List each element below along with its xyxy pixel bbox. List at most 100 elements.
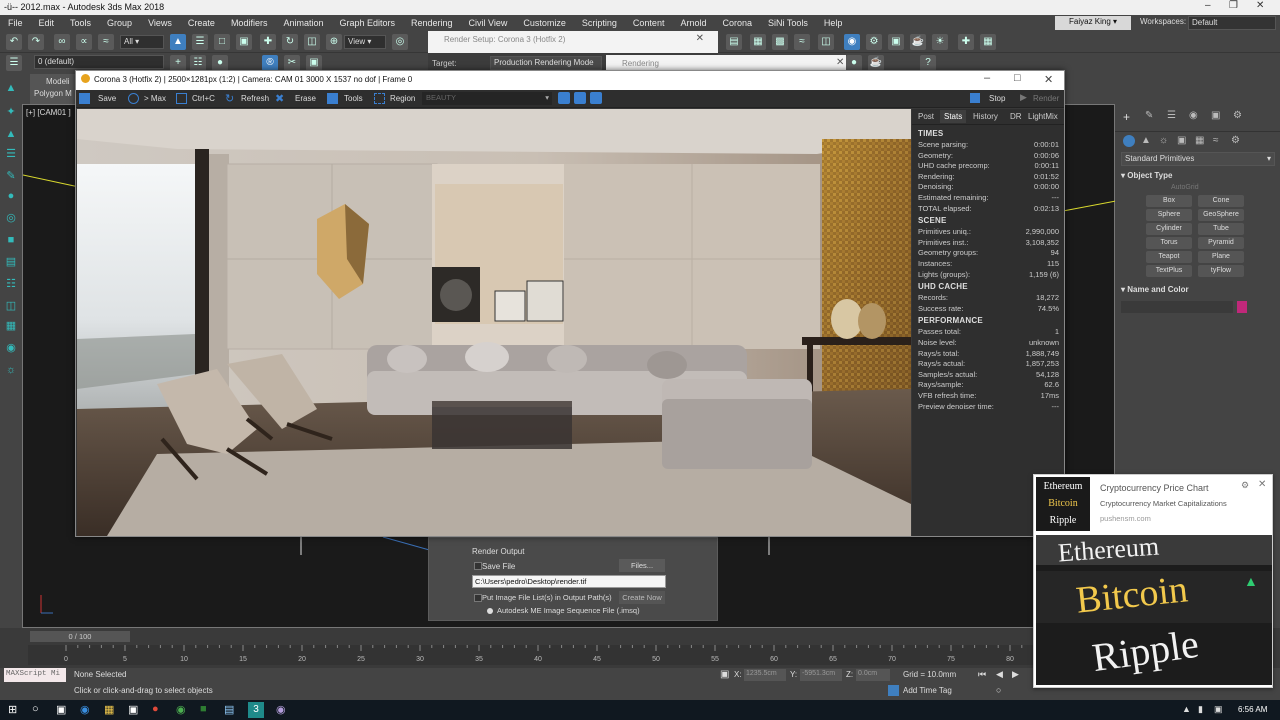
menu-create[interactable]: Create bbox=[180, 18, 223, 28]
minimize-icon[interactable]: – bbox=[1205, 0, 1211, 11]
geometry-icon[interactable] bbox=[1123, 135, 1135, 147]
placement-icon[interactable]: ⊕ bbox=[326, 34, 342, 50]
vfb-save-button[interactable]: Save bbox=[98, 94, 116, 103]
lights-icon[interactable]: ☼ bbox=[1159, 135, 1168, 146]
helpers-icon[interactable]: ▦ bbox=[1195, 135, 1204, 146]
vfb-ctrlc-button[interactable]: Ctrl+C bbox=[192, 94, 215, 103]
windows-start-icon[interactable]: ⊞ bbox=[8, 703, 17, 716]
render-production-icon[interactable]: ☕ bbox=[910, 34, 926, 50]
edge-icon[interactable]: ◉ bbox=[80, 703, 90, 716]
tray-battery-icon[interactable]: ▣ bbox=[1214, 704, 1223, 715]
autogrid-label[interactable]: AutoGrid bbox=[1171, 184, 1199, 191]
rendered-frame-window-icon[interactable]: ▣ bbox=[888, 34, 904, 50]
ribbon-icon[interactable]: ▩ bbox=[772, 34, 788, 50]
zoom-in-icon[interactable] bbox=[558, 92, 570, 104]
menu-rendering[interactable]: Rendering bbox=[403, 18, 461, 28]
move-icon[interactable]: ✚ bbox=[260, 34, 276, 50]
help-icon[interactable]: ? bbox=[920, 55, 936, 71]
primitive-button-tyflow[interactable]: tyFlow bbox=[1198, 265, 1244, 277]
systems-icon[interactable]: ⚙ bbox=[1231, 135, 1240, 146]
scissors-icon[interactable]: ✂ bbox=[284, 55, 300, 71]
hierarchy-icon[interactable]: ☰ bbox=[4, 147, 18, 161]
x-coordinate-field[interactable]: 1235.5cm bbox=[744, 669, 786, 681]
menu-customize[interactable]: Customize bbox=[515, 18, 574, 28]
motion-tab-icon[interactable]: ◉ bbox=[1189, 110, 1198, 121]
select-object-icon[interactable]: ▲ bbox=[170, 34, 186, 50]
undo-icon[interactable]: ↶ bbox=[6, 34, 22, 50]
lock-icon[interactable]: ● bbox=[846, 55, 862, 71]
menu-tools[interactable]: Tools bbox=[62, 18, 99, 28]
layer-explorer-icon[interactable]: ▤ bbox=[726, 34, 742, 50]
bind-spacewarp-icon[interactable]: ≈ bbox=[98, 34, 114, 50]
shape-icon[interactable]: ■ bbox=[4, 233, 18, 247]
viewport-grid-icon[interactable]: ▦ bbox=[980, 34, 996, 50]
display-tab-icon[interactable]: ▣ bbox=[1211, 110, 1220, 121]
move-arrows-icon[interactable]: ✚ bbox=[958, 34, 974, 50]
tray-volume-icon[interactable]: ▮ bbox=[1198, 704, 1203, 715]
rotate-icon[interactable]: ↻ bbox=[282, 34, 298, 50]
zoom-fit-icon[interactable] bbox=[590, 92, 602, 104]
redo-icon[interactable]: ↷ bbox=[28, 34, 44, 50]
paint-icon[interactable]: ▲ bbox=[4, 81, 18, 95]
vfb-region-button[interactable]: Region bbox=[390, 94, 415, 103]
rendering-close-icon[interactable]: ✕ bbox=[836, 57, 844, 68]
mirror-icon[interactable]: ◫ bbox=[4, 299, 18, 313]
key-mode-icon[interactable]: ○ bbox=[996, 685, 1001, 695]
isolate-icon[interactable]: ▣ bbox=[720, 669, 729, 680]
curve-editor-icon[interactable]: ≈ bbox=[794, 34, 810, 50]
vfb-refresh-button[interactable]: Refresh bbox=[241, 94, 269, 103]
menu-content[interactable]: Content bbox=[625, 18, 673, 28]
modify-tab-icon[interactable]: ✎ bbox=[1145, 110, 1153, 121]
array-icon[interactable]: ☷ bbox=[4, 277, 18, 291]
primitive-button-box[interactable]: Box bbox=[1146, 195, 1192, 207]
app-red-icon[interactable]: ● bbox=[152, 703, 159, 715]
snap-icon[interactable]: ▤ bbox=[4, 255, 18, 269]
menu-graph-editors[interactable]: Graph Editors bbox=[331, 18, 403, 28]
utilities-tab-icon[interactable]: ⚙ bbox=[1233, 110, 1242, 121]
z-coordinate-field[interactable]: 0.0cm bbox=[856, 669, 890, 681]
object-color-swatch[interactable] bbox=[1237, 301, 1247, 313]
primitive-button-torus[interactable]: Torus bbox=[1146, 237, 1192, 249]
search-icon[interactable]: ○ bbox=[32, 703, 39, 715]
freeform-icon[interactable]: ✎ bbox=[4, 169, 18, 183]
user-account-dropdown[interactable]: Faiyaz King ▾ bbox=[1055, 16, 1131, 30]
workspace-dropdown[interactable]: Default bbox=[1188, 16, 1276, 30]
popup-settings-icon[interactable]: ⚙ bbox=[1241, 480, 1249, 491]
paint-brush-icon[interactable]: ● bbox=[4, 189, 18, 203]
tab-lightmix[interactable]: LightMix bbox=[1028, 112, 1058, 121]
vfb-tools-button[interactable]: Tools bbox=[344, 94, 363, 103]
rendered-image[interactable] bbox=[77, 109, 911, 536]
render-setup-close-icon[interactable]: ✕ bbox=[696, 33, 704, 44]
vfb-minimize-icon[interactable]: – bbox=[984, 72, 990, 84]
menu-group[interactable]: Group bbox=[99, 18, 140, 28]
menu-file[interactable]: File bbox=[0, 18, 31, 28]
hierarchy-tab-icon[interactable]: ☰ bbox=[1167, 110, 1176, 121]
y-coordinate-field[interactable]: -5951.3cm bbox=[800, 669, 842, 681]
viewport-label[interactable]: [+] [CAM01 ] bbox=[26, 108, 71, 117]
render-element-dropdown[interactable]: BEAUTY ▾ bbox=[422, 92, 552, 105]
primitive-button-cylinder[interactable]: Cylinder bbox=[1146, 223, 1192, 235]
shapes-icon[interactable]: ▲ bbox=[1141, 135, 1151, 146]
store-icon[interactable]: ▣ bbox=[128, 703, 138, 716]
populate-icon[interactable]: ▲ bbox=[4, 127, 18, 141]
select-icon[interactable]: ✦ bbox=[4, 105, 18, 119]
teapot-render-icon[interactable]: ☕ bbox=[868, 55, 884, 71]
3dsmax-taskbar-icon[interactable]: 3 bbox=[248, 702, 264, 718]
selection-filter-dropdown[interactable]: All ▾ bbox=[120, 35, 164, 49]
window-crossing-icon[interactable]: ▣ bbox=[236, 34, 252, 50]
create-now-button[interactable]: Create Now bbox=[619, 591, 665, 604]
vfb-close-icon[interactable]: ✕ bbox=[1044, 73, 1053, 86]
primitive-button-teapot[interactable]: Teapot bbox=[1146, 251, 1192, 263]
play-animation-icon[interactable]: ▶ bbox=[1012, 669, 1019, 680]
save-file-checkbox[interactable] bbox=[474, 562, 482, 570]
spacewarps-icon[interactable]: ≈ bbox=[1213, 135, 1219, 146]
select-by-name-icon[interactable]: ☰ bbox=[192, 34, 208, 50]
task-view-icon[interactable]: ▣ bbox=[56, 703, 66, 716]
primitive-button-tube[interactable]: Tube bbox=[1198, 223, 1244, 235]
tape-icon[interactable]: ● bbox=[212, 55, 228, 71]
pivot-center-icon[interactable]: ◎ bbox=[392, 34, 408, 50]
put-image-checkbox[interactable] bbox=[474, 594, 482, 602]
primitive-button-plane[interactable]: Plane bbox=[1198, 251, 1244, 263]
menu-corona[interactable]: Corona bbox=[714, 18, 760, 28]
tab-post[interactable]: Post bbox=[918, 112, 934, 121]
